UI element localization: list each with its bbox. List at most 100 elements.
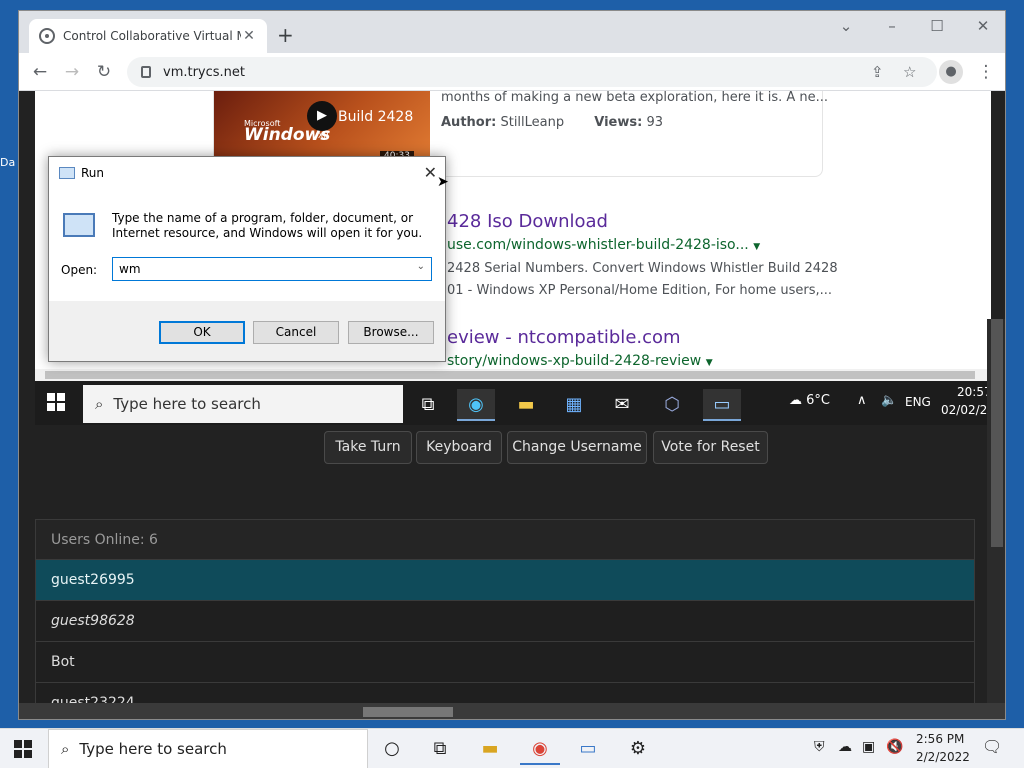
result-url-text: use.com/windows-whistler-build-2428-iso.… (447, 237, 749, 253)
host-taskbar: ⌕ Type here to search ○ ⧉ ▬ ◉ ▭ ⚙ ⛨ ☁ ▣ … (0, 728, 1024, 768)
settings-gear-icon[interactable]: ⚙ (618, 733, 658, 765)
chrome-icon[interactable]: ◉ (520, 733, 560, 765)
open-input-value: wm (119, 262, 141, 276)
desktop-icon-label[interactable]: Da (0, 156, 18, 169)
take-turn-button[interactable]: Take Turn (324, 431, 412, 464)
cloud-icon: ☁ (789, 393, 802, 408)
file-explorer-icon[interactable]: ▬ (470, 733, 510, 765)
weather-temp: 6°C (806, 393, 830, 408)
mail-icon[interactable]: ✉ (603, 389, 641, 421)
user-list-item[interactable]: guest98628 (36, 601, 974, 642)
result-url-text: story/windows-xp-build-2428-review (447, 353, 702, 369)
menu-kebab-icon[interactable]: ⋮ (975, 62, 997, 82)
tab-search-icon[interactable]: ⌄ (831, 17, 861, 35)
video-snippet: months of making a new beta exploration,… (441, 91, 829, 105)
result-desc-line: 2428 Serial Numbers. Convert Windows Whi… (447, 261, 838, 276)
caret-down-icon[interactable]: ▼ (706, 358, 713, 368)
back-icon[interactable]: ← (29, 62, 51, 82)
new-tab-button[interactable]: + (277, 25, 294, 45)
volume-muted-icon[interactable]: 🔇 (886, 739, 903, 755)
play-icon[interactable]: ▶ (307, 101, 337, 131)
chevron-down-icon[interactable]: ⌄ (417, 261, 425, 272)
user-list-item[interactable]: Bot (36, 642, 974, 683)
run-titlebar[interactable]: Run ✕ (49, 157, 445, 189)
file-explorer-icon[interactable]: ▬ (507, 389, 545, 421)
browse-button[interactable]: Browse... (348, 321, 434, 344)
vote-reset-button[interactable]: Vote for Reset (653, 431, 768, 464)
windows-start-icon[interactable] (47, 393, 65, 411)
maximize-button[interactable]: ☐ (922, 17, 952, 35)
vm-taskbar-search[interactable]: ⌕ Type here to search (83, 385, 403, 423)
url-text: vm.trycs.net (163, 64, 246, 80)
page-horizontal-scrollbar[interactable] (19, 703, 1005, 719)
minimize-button[interactable]: – (877, 17, 907, 35)
host-clock-date[interactable]: 2/2/2022 (916, 750, 970, 764)
open-input[interactable]: wm ⌄ (112, 257, 432, 281)
windows-start-icon[interactable] (14, 740, 32, 758)
run-body: Type the name of a program, folder, docu… (49, 189, 445, 301)
profile-avatar[interactable]: ● (939, 60, 963, 84)
cancel-button[interactable]: Cancel (253, 321, 339, 344)
lock-icon[interactable] (141, 66, 151, 78)
address-bar[interactable]: vm.trycs.net ⇪ ☆ (127, 57, 937, 87)
bookmark-star-icon[interactable]: ☆ (903, 63, 916, 81)
host-taskbar-search[interactable]: ⌕ Type here to search (48, 729, 368, 768)
vm-horizontal-scrollbar[interactable] (35, 369, 991, 381)
users-online-header: Users Online: 6 (36, 520, 974, 560)
cortana-icon[interactable]: ○ (372, 733, 412, 765)
virtualbox-icon[interactable]: ⬡ (653, 389, 691, 421)
language-indicator[interactable]: ENG (905, 395, 931, 409)
author-name: StillLeanp (500, 115, 565, 130)
tray-chevron-icon[interactable]: ∧ (857, 393, 867, 408)
reload-icon[interactable]: ↻ (93, 62, 115, 82)
browser-toolbar: ← → ↻ vm.trycs.net ⇪ ☆ ● ⋮ (19, 53, 1005, 91)
volume-icon[interactable]: 🔈 (881, 393, 897, 408)
vm-search-placeholder: Type here to search (113, 395, 261, 413)
run-title: Run (81, 166, 105, 180)
result-url[interactable]: use.com/windows-whistler-build-2428-iso.… (447, 237, 760, 253)
views-label: Views: (594, 115, 643, 130)
result-title[interactable]: eview - ntcompatible.com (447, 327, 681, 348)
close-window-button[interactable]: ✕ (968, 17, 998, 35)
store-icon[interactable]: ▦ (555, 389, 593, 421)
caret-down-icon[interactable]: ▼ (753, 242, 760, 252)
browser-tab[interactable]: Control Collaborative Virtual Ma ✕ (29, 19, 267, 53)
remote-desktop-icon[interactable]: ▭ (568, 733, 608, 765)
edge-icon[interactable]: ◉ (457, 389, 495, 421)
close-icon[interactable]: ✕ (424, 163, 437, 182)
task-view-icon[interactable]: ⧉ (409, 389, 447, 421)
run-large-icon (63, 213, 95, 237)
result-title[interactable]: 428 Iso Download (447, 211, 608, 232)
browser-window: Control Collaborative Virtual Ma ✕ + ⌄ –… (18, 10, 1006, 720)
thumb-sup: XP (318, 131, 329, 140)
open-label: Open: (61, 263, 98, 277)
close-tab-icon[interactable]: ✕ (241, 28, 257, 44)
page-vertical-scrollbar[interactable] (987, 319, 1005, 719)
tab-strip: Control Collaborative Virtual Ma ✕ + ⌄ –… (19, 11, 1005, 53)
run-dialog: Run ✕ Type the name of a program, folder… (48, 156, 446, 362)
result-url[interactable]: story/windows-xp-build-2428-review ▼ (447, 353, 713, 369)
notification-icon[interactable]: 🗨 (982, 737, 1002, 756)
tab-title: Control Collaborative Virtual Ma (63, 29, 241, 43)
change-username-button[interactable]: Change Username (507, 431, 647, 464)
weather-widget[interactable]: ☁ 6°C (789, 393, 830, 408)
search-icon: ⌕ (95, 395, 104, 413)
views-count: 93 (646, 115, 664, 130)
mouse-cursor-icon: ➤ (437, 174, 449, 190)
user-list-item[interactable]: guest26995 (36, 560, 974, 601)
forward-icon[interactable]: → (61, 62, 83, 82)
host-clock-time[interactable]: 2:56 PM (916, 732, 964, 746)
share-icon[interactable]: ⇪ (871, 63, 884, 81)
keyboard-button[interactable]: Keyboard (416, 431, 502, 464)
thumb-build-text: Build 2428 (338, 109, 414, 125)
video-thumbnail[interactable]: Microsoft Windows XP ▶ Build 2428 40:33 (214, 91, 430, 161)
ok-button[interactable]: OK (159, 321, 245, 344)
result-desc-line: 01 - Windows XP Personal/Home Edition, F… (447, 283, 833, 298)
onedrive-icon[interactable]: ☁ (838, 739, 852, 755)
users-panel: Users Online: 6 guest26995 guest98628 Bo… (35, 519, 975, 719)
security-shield-icon[interactable]: ⛨ (814, 739, 825, 755)
run-app-icon[interactable]: ▭ (703, 389, 741, 421)
network-icon[interactable]: ▣ (862, 739, 875, 755)
vm-taskbar: ⌕ Type here to search ⧉ ◉ ▬ ▦ ✉ ⬡ ▭ ☁ 6°… (35, 381, 1003, 425)
task-view-icon[interactable]: ⧉ (420, 733, 460, 765)
